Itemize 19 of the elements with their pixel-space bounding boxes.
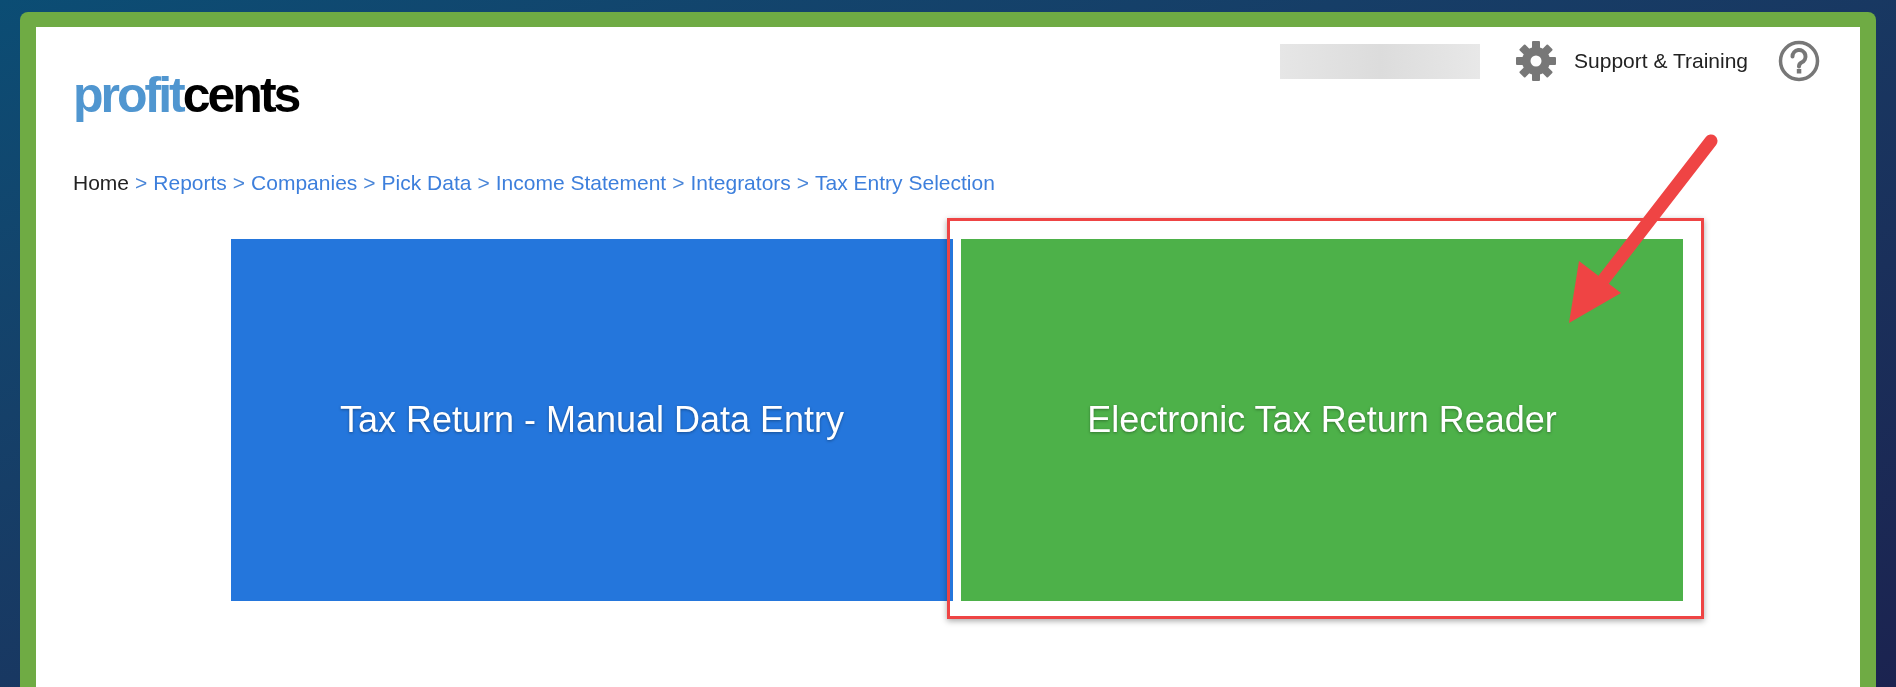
logo[interactable]: profitcents (73, 49, 299, 125)
breadcrumb-separator: > (363, 170, 376, 196)
breadcrumb-separator: > (135, 170, 148, 196)
support-training-link[interactable]: Support & Training (1574, 45, 1748, 77)
breadcrumb-current: Home (73, 170, 130, 196)
breadcrumb-separator: > (477, 170, 490, 196)
settings-icon[interactable] (1514, 39, 1559, 83)
breadcrumb-link[interactable]: Companies (251, 167, 358, 199)
breadcrumb-link[interactable]: Reports (153, 167, 227, 199)
option-tile[interactable]: Tax Return - Manual Data Entry (231, 238, 953, 601)
breadcrumb-link[interactable]: Income Statement (495, 167, 667, 199)
breadcrumb-separator: > (232, 170, 246, 196)
help-icon[interactable] (1778, 40, 1820, 82)
breadcrumb-link[interactable]: Pick Data (381, 167, 472, 199)
breadcrumb-separator: > (672, 170, 685, 196)
breadcrumb-link[interactable]: Integrators (690, 167, 791, 199)
option-tile[interactable]: Electronic Tax Return Reader (961, 238, 1683, 601)
breadcrumb-separator: > (796, 170, 810, 196)
breadcrumb-link[interactable]: Tax Entry Selection (815, 167, 995, 199)
